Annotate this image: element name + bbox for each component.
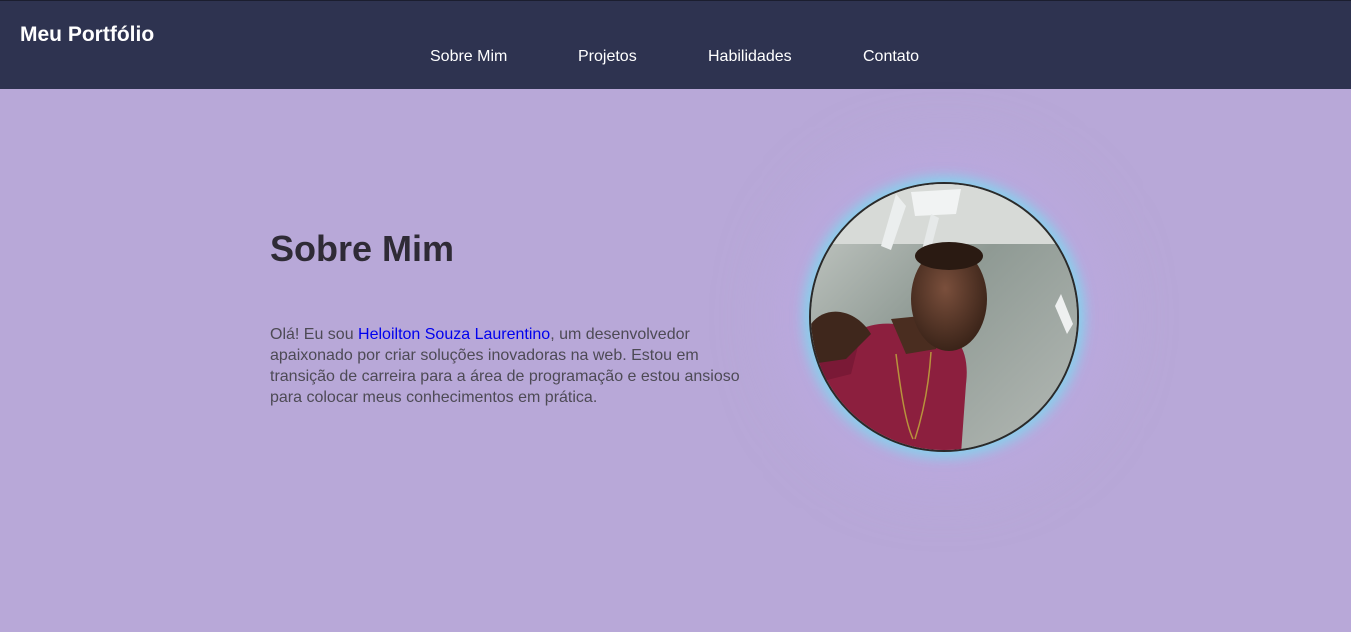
author-name: Heloilton Souza Laurentino: [358, 326, 551, 343]
nav-link-contato[interactable]: Contato: [863, 48, 919, 66]
nav-link-projetos[interactable]: Projetos: [578, 48, 637, 66]
about-text-intro: Olá! Eu sou: [270, 326, 359, 343]
section-title: Sobre Mim: [270, 228, 455, 269]
site-header: Meu Portfólio Sobre Mim Projetos Habilid…: [0, 0, 1351, 89]
site-brand[interactable]: Meu Portfólio: [20, 23, 154, 47]
main-nav: Sobre Mim Projetos Habilidades Contato: [0, 48, 1351, 68]
profile-photo-image: [811, 184, 1077, 450]
nav-link-sobre-mim[interactable]: Sobre Mim: [430, 48, 507, 66]
about-paragraph: Olá! Eu sou Heloilton Souza Laurentino, …: [270, 324, 750, 408]
profile-photo: [809, 182, 1079, 452]
nav-link-habilidades[interactable]: Habilidades: [708, 48, 792, 66]
